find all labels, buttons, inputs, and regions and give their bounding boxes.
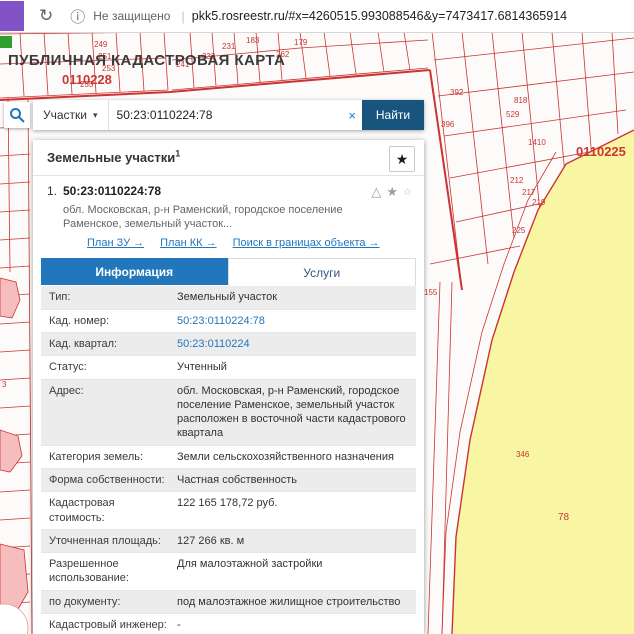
search-input[interactable]: [109, 108, 343, 122]
map-parcel-label: 529: [506, 110, 519, 119]
search-bar: Участки ▾ × Найти: [33, 100, 424, 130]
warning-triangle-icon[interactable]: △: [371, 184, 381, 200]
results-header: Земельные участки1 ★: [33, 140, 424, 176]
map-parcel-label: 155: [424, 288, 437, 297]
map-parcel-label: 396: [441, 120, 454, 129]
info-row-label: Уточненная площадь:: [41, 530, 175, 552]
info-row-label: Разрешенное использование:: [41, 553, 175, 590]
result-cadastral-number[interactable]: 50:23:0110224:78: [63, 184, 161, 198]
map-parcel-label: 179: [294, 38, 307, 47]
map-parcel-label: 78: [558, 512, 569, 523]
info-row-label: Кадастровая стоимость:: [41, 492, 175, 529]
search-toggle-button[interactable]: [4, 102, 30, 128]
info-row-label: Категория земель:: [41, 446, 175, 468]
info-row-label: Кад. квартал:: [41, 333, 175, 355]
site-title: ПУБЛИЧНАЯ КАДАСТРОВАЯ КАРТА: [8, 52, 285, 69]
map-parcel-label: 3: [2, 380, 6, 389]
info-row: Кад. номер:50:23:0110224:78: [41, 310, 416, 333]
search-category-dropdown[interactable]: Участки ▾: [33, 100, 109, 130]
info-row: Форма собственности:Частная собственност…: [41, 469, 416, 492]
info-row: Кадастровая стоимость:122 165 178,72 руб…: [41, 492, 416, 530]
info-row: Кад. квартал:50:23:0110224: [41, 333, 416, 356]
map-parcel-label: 212: [510, 176, 523, 185]
map-parcel-label: 217: [522, 188, 535, 197]
map-parcel-label: 346: [516, 450, 529, 459]
find-button[interactable]: Найти: [362, 100, 424, 130]
map-parcel-label: 231: [222, 42, 235, 51]
url-text[interactable]: pkk5.rosreestr.ru/#x=4260515.993088546&y…: [192, 9, 634, 23]
security-label[interactable]: Не защищено: [93, 9, 170, 23]
info-row-value[interactable]: 50:23:0110224:78: [175, 310, 416, 332]
map-parcel-label: 0110225: [576, 144, 626, 159]
result-links: План ЗУ → План КК → Поиск в границах объ…: [87, 237, 414, 249]
map-parcel-label: 183: [246, 36, 259, 45]
tab-information[interactable]: Информация: [41, 258, 228, 285]
map-parcel-label: 1410: [528, 138, 546, 147]
map-parcel-label: 818: [514, 96, 527, 105]
result-address: обл. Московская, р-н Раменский, городско…: [63, 203, 393, 232]
info-row: Тип:Земельный участок: [41, 286, 416, 309]
tab-services[interactable]: Услуги: [228, 258, 417, 286]
browser-theme-block: [0, 1, 24, 31]
chevron-down-icon: ▾: [93, 110, 98, 121]
info-row-value[interactable]: 50:23:0110224: [175, 333, 416, 355]
info-row-value: Частная собственность: [175, 469, 416, 491]
map-parcel-label: 219: [532, 198, 545, 207]
search-category-label: Участки: [43, 108, 87, 122]
browser-address-bar: ↻ ⓘ Не защищено | pkk5.rosreestr.ru/#x=4…: [0, 0, 634, 33]
info-row-value: Земли сельскохозяйственного назначения: [175, 446, 416, 468]
info-row-value: Учтенный: [175, 356, 416, 378]
info-row: Уточненная площадь:127 266 кв. м: [41, 530, 416, 553]
results-count: 1: [175, 149, 180, 159]
result-item: 1. 50:23:0110224:78 △ ★ ☆ обл. Московска…: [33, 176, 424, 249]
info-row-label: Статус:: [41, 356, 175, 378]
map-parcel-label: 0110228: [62, 72, 112, 87]
info-row-value: обл. Московская, р-н Раменский, городско…: [175, 380, 416, 445]
info-row-value: 122 165 178,72 руб.: [175, 492, 416, 529]
info-row-label: Форма собственности:: [41, 469, 175, 491]
info-row: Категория земель:Земли сельскохозяйствен…: [41, 446, 416, 469]
map-parcel-label: 249: [94, 40, 107, 49]
favorites-button[interactable]: ★: [389, 146, 415, 172]
plan-kk-link[interactable]: План КК →: [160, 237, 216, 249]
clear-search-icon[interactable]: ×: [342, 108, 362, 123]
results-panel: Земельные участки1 ★ 1. 50:23:0110224:78…: [33, 140, 424, 634]
info-row: Адрес:обл. Московская, р-н Раменский, го…: [41, 380, 416, 446]
reload-icon[interactable]: ↻: [39, 6, 53, 26]
info-row: Кадастровый инженер:-: [41, 614, 416, 634]
info-row-value: Для малоэтажной застройки: [175, 553, 416, 590]
search-icon: [9, 107, 25, 123]
url-separator: |: [181, 9, 184, 24]
info-row-label: Кадастровый инженер:: [41, 614, 175, 634]
result-index: 1.: [47, 184, 63, 198]
info-row: Разрешенное использование:Для малоэтажно…: [41, 553, 416, 591]
info-row-label: Тип:: [41, 286, 175, 308]
favorite-star-icon[interactable]: ★: [386, 184, 398, 200]
parcel-info-table: Тип:Земельный участокКад. номер:50:23:01…: [41, 286, 416, 634]
map-parcel-label: 255: [80, 80, 93, 89]
star-outline-icon[interactable]: ☆: [403, 187, 412, 198]
info-row: по документу:под малоэтажное жилищное ст…: [41, 591, 416, 614]
search-in-bounds-link[interactable]: Поиск в границах объекта →: [233, 237, 380, 249]
results-title: Земельные участки1: [47, 150, 180, 165]
info-row-label: Кад. номер:: [41, 310, 175, 332]
info-row-value: Земельный участок: [175, 286, 416, 308]
result-tabs: Информация Услуги: [41, 258, 416, 286]
info-row-value: 127 266 кв. м: [175, 530, 416, 552]
info-row: Статус:Учтенный: [41, 356, 416, 379]
info-row-label: Адрес:: [41, 380, 175, 445]
map-parcel-label: 225: [512, 226, 525, 235]
page-info-icon[interactable]: ⓘ: [70, 6, 85, 27]
info-row-value: под малоэтажное жилищное строительство: [175, 591, 416, 613]
info-row-value: -: [175, 614, 416, 634]
map-parcel-label: 392: [450, 88, 463, 97]
plan-zu-link[interactable]: План ЗУ →: [87, 237, 144, 249]
info-row-label: по документу:: [41, 591, 175, 613]
